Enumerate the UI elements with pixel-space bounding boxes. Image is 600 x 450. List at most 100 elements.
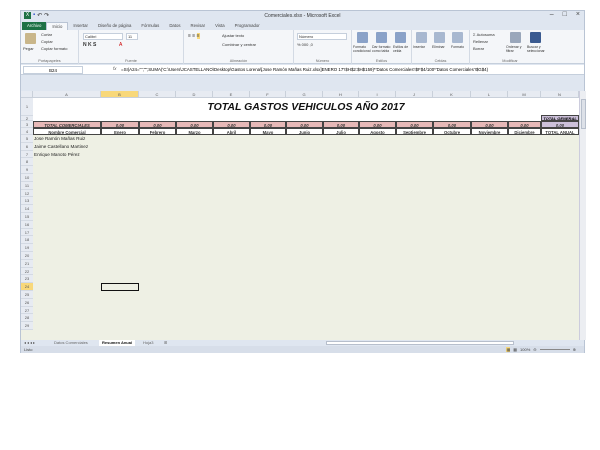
tab-revisar[interactable]: Revisar [186, 22, 211, 30]
fx-icon[interactable]: fx [113, 66, 116, 71]
minimize-button[interactable]: – [550, 11, 554, 18]
tab-vista[interactable]: Vista [210, 22, 229, 30]
column-header[interactable]: A [33, 91, 101, 98]
row-header[interactable]: 29 [21, 322, 33, 330]
maximize-button[interactable]: □ [563, 11, 567, 18]
horizontal-scrollbar[interactable] [326, 341, 514, 345]
align-icons[interactable]: ≡ ≡ ≡ [188, 33, 200, 39]
zoom-out-icon[interactable]: ⊖ [533, 347, 536, 352]
conditional-format-button[interactable]: Formato condicional [353, 45, 371, 53]
insert-icon[interactable] [416, 32, 427, 43]
row-header[interactable]: 26 [21, 298, 33, 307]
format-icon[interactable] [452, 32, 463, 43]
salesperson-name[interactable]: Jaime Castellano Martinez [34, 144, 88, 149]
conditional-format-icon[interactable] [357, 32, 368, 43]
select-all-corner[interactable] [21, 91, 33, 98]
row-header[interactable]: 5 [21, 135, 33, 143]
normal-view-icon[interactable]: ▦ [506, 347, 511, 352]
row-header[interactable]: 15 [21, 213, 33, 221]
tab-archivo[interactable]: Archivo [22, 22, 47, 30]
number-format-select[interactable]: Número [297, 33, 347, 40]
row-header[interactable]: 20 [21, 252, 33, 260]
scroll-thumb[interactable] [581, 99, 586, 129]
tab-formulas[interactable]: Fórmulas [136, 22, 164, 30]
row-header[interactable]: 23 [21, 275, 33, 284]
column-header[interactable]: B [101, 91, 139, 98]
merge-center-button[interactable]: Combinar y centrar [222, 42, 256, 47]
column-header[interactable]: J [396, 91, 433, 98]
column-header[interactable]: L [471, 91, 508, 98]
selected-cell[interactable] [101, 283, 139, 292]
format-as-table-button[interactable]: Dar formato como tabla [372, 45, 392, 53]
insert-button[interactable]: Insertar [413, 45, 425, 49]
bold-button[interactable]: N K S [83, 42, 96, 48]
format-button[interactable]: Formato [451, 45, 464, 49]
clear-button[interactable]: Borrar [473, 46, 484, 51]
column-header[interactable]: E [213, 91, 250, 98]
row-header[interactable]: 10 [21, 174, 33, 182]
tab-inicio[interactable]: Inicio [46, 22, 69, 30]
formula-input[interactable]: =SI(A24="";"";SUMA('C:\Users\JCASTELLANO… [121, 67, 576, 72]
delete-icon[interactable] [434, 32, 445, 43]
page-layout-icon[interactable]: ▦ [513, 347, 517, 352]
tab-programador[interactable]: Programador [230, 22, 265, 30]
cell-styles-icon[interactable] [395, 32, 406, 43]
paste-icon[interactable] [25, 33, 36, 44]
wrap-text-button[interactable]: Ajustar texto [222, 33, 244, 38]
tab-insertar[interactable]: Insertar [68, 22, 93, 30]
find-select-button[interactable]: Buscar y seleccionar [527, 45, 549, 53]
row-header[interactable]: 3 [21, 121, 33, 128]
column-header[interactable]: K [433, 91, 471, 98]
row-header[interactable]: 8 [21, 158, 33, 167]
cut-button[interactable]: Cortar [41, 32, 52, 37]
worksheet-grid[interactable]: TOTAL GASTOS VEHICULOS AÑO 2017 ABCDEFGH… [21, 91, 579, 340]
column-header[interactable]: F [250, 91, 286, 98]
row-header[interactable]: 6 [21, 142, 33, 151]
row-header[interactable]: 18 [21, 236, 33, 245]
row-header[interactable]: 12 [21, 189, 33, 198]
column-header[interactable]: H [323, 91, 359, 98]
row-header[interactable]: 4 [21, 128, 33, 135]
find-icon[interactable] [530, 32, 541, 43]
zoom-level[interactable]: 100% [520, 347, 530, 352]
row-header[interactable]: 21 [21, 259, 33, 268]
salesperson-name[interactable]: Enrique Manoto Pérez [34, 152, 80, 157]
zoom-in-icon[interactable]: ⊕ [573, 347, 576, 352]
column-header[interactable]: G [286, 91, 323, 98]
row-header[interactable]: 19 [21, 244, 33, 252]
row-header[interactable]: 27 [21, 306, 33, 315]
sort-filter-icon[interactable] [510, 32, 521, 43]
row-header[interactable]: 16 [21, 220, 33, 229]
cell-styles-button[interactable]: Estilos de celda [393, 45, 411, 53]
column-header[interactable]: N [541, 91, 579, 98]
delete-button[interactable]: Eliminar [432, 45, 445, 49]
column-header[interactable]: I [359, 91, 396, 98]
row-header[interactable]: 17 [21, 228, 33, 237]
close-button[interactable]: × [576, 11, 580, 18]
column-header[interactable]: D [176, 91, 213, 98]
row-header[interactable]: 14 [21, 205, 33, 213]
format-painter-button[interactable]: Copiar formato [41, 46, 67, 51]
autosum-button[interactable]: Σ Autosuma [473, 32, 495, 37]
percent-icon[interactable]: % 000 ,0 [297, 42, 313, 47]
salesperson-name[interactable]: Jose Ramón Mañas Ruiz [34, 136, 85, 141]
copy-button[interactable]: Copiar [41, 39, 53, 44]
row-header[interactable]: 9 [21, 166, 33, 174]
row-header[interactable]: 24 [21, 283, 33, 291]
row-header[interactable]: 7 [21, 150, 33, 159]
font-color-icon[interactable]: A [119, 42, 122, 48]
row-header[interactable]: 13 [21, 197, 33, 206]
font-size-select[interactable]: 11 [126, 33, 138, 40]
row-header[interactable]: 28 [21, 314, 33, 323]
row-header[interactable]: 25 [21, 291, 33, 299]
vertical-scrollbar[interactable] [579, 91, 586, 340]
name-box[interactable]: B24 [23, 66, 83, 74]
fill-button[interactable]: Rellenar [473, 39, 488, 44]
format-table-icon[interactable] [376, 32, 387, 43]
row-header[interactable]: 11 [21, 181, 33, 190]
font-name-select[interactable]: Calibri [83, 33, 123, 40]
tab-datos[interactable]: Datos [164, 22, 185, 30]
paste-button[interactable]: Pegar [23, 46, 34, 51]
tab-diseno-pagina[interactable]: Diseño de página [93, 22, 136, 30]
column-header[interactable]: C [139, 91, 176, 98]
